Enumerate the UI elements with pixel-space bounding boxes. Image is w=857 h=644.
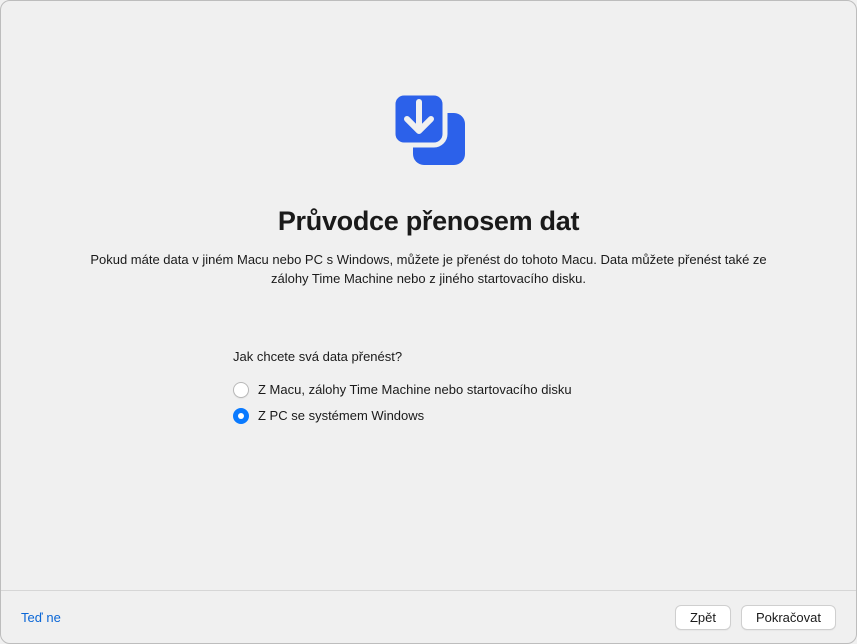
radio-indicator [233, 408, 249, 424]
form-question: Jak chcete svá data přenést? [233, 349, 856, 364]
page-description: Pokud máte data v jiném Macu nebo PC s W… [79, 251, 779, 289]
transfer-options-form: Jak chcete svá data přenést? Z Macu, zál… [1, 349, 856, 424]
back-button[interactable]: Zpět [675, 605, 731, 630]
not-now-button[interactable]: Teď ne [21, 610, 61, 625]
page-title: Průvodce přenosem dat [278, 206, 579, 237]
radio-indicator [233, 382, 249, 398]
radio-option-windows-pc[interactable]: Z PC se systémem Windows [233, 408, 856, 424]
radio-label: Z Macu, zálohy Time Machine nebo startov… [258, 382, 572, 397]
content-area: Průvodce přenosem dat Pokud máte data v … [1, 1, 856, 590]
continue-button[interactable]: Pokračovat [741, 605, 836, 630]
radio-label: Z PC se systémem Windows [258, 408, 424, 423]
radio-option-mac[interactable]: Z Macu, zálohy Time Machine nebo startov… [233, 382, 856, 398]
radio-group: Z Macu, zálohy Time Machine nebo startov… [233, 382, 856, 424]
footer-bar: Teď ne Zpět Pokračovat [1, 590, 856, 643]
migration-icon [385, 85, 473, 178]
migration-assistant-window: Průvodce přenosem dat Pokud máte data v … [0, 0, 857, 644]
